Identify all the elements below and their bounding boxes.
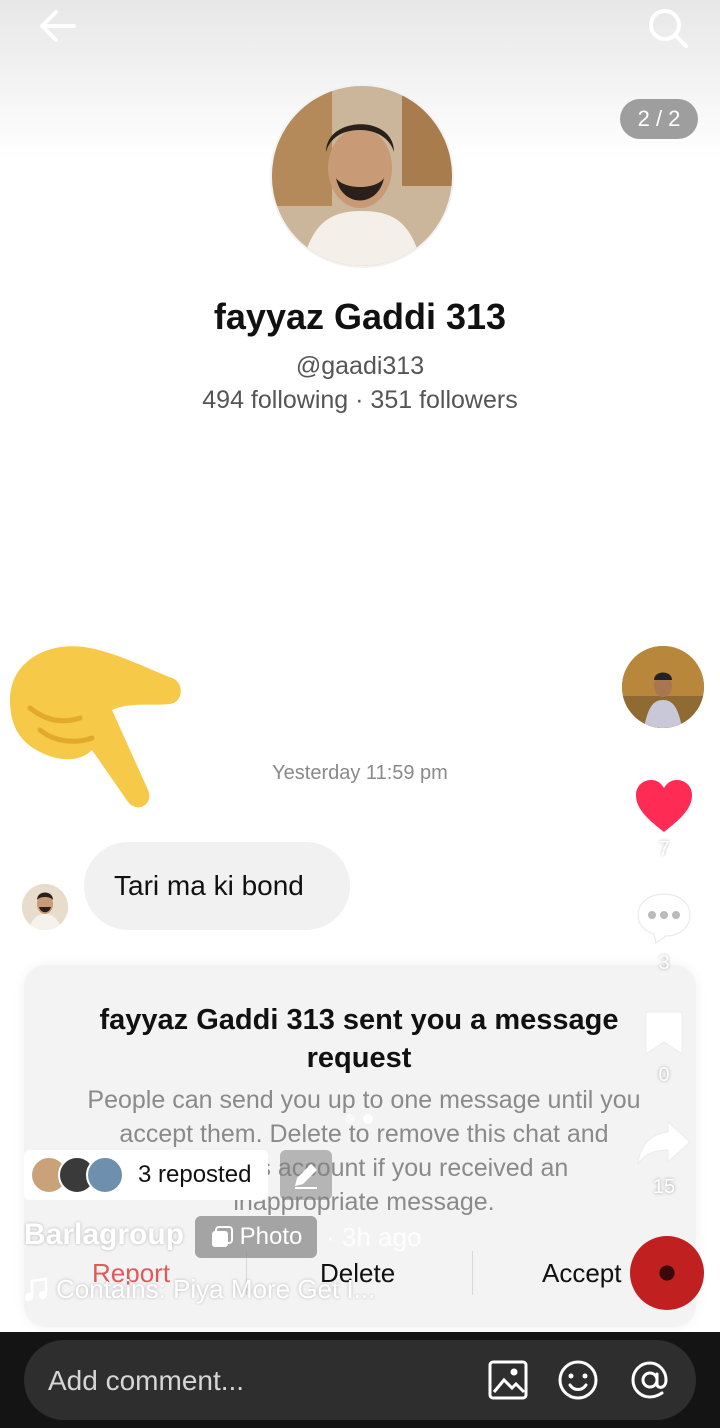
profile-name: fayyaz Gaddi 313 xyxy=(213,296,507,337)
emoji-button[interactable] xyxy=(556,1358,600,1402)
photo-badge: Photo xyxy=(195,1216,317,1258)
message-timestamp: Yesterday 11:59 pm xyxy=(272,762,448,784)
save-count: 0 xyxy=(658,1064,670,1086)
comment-button[interactable] xyxy=(620,890,708,951)
search-icon xyxy=(649,9,688,48)
comment-input[interactable] xyxy=(46,1360,470,1402)
share-arrow-icon xyxy=(637,1120,691,1165)
photo-badge-label: Photo xyxy=(239,1223,303,1250)
post-time: · 3h ago xyxy=(326,1222,422,1252)
comment-count: 3 xyxy=(658,952,670,974)
accept-button[interactable]: Accept xyxy=(542,1245,622,1295)
profile-avatar[interactable] xyxy=(270,84,454,268)
arrow-left-icon xyxy=(40,10,76,42)
music-info[interactable]: Contains: Piya More Get I... xyxy=(24,1274,375,1305)
page-counter: 2 / 2 xyxy=(620,99,698,139)
reposted-label: 3 reposted xyxy=(138,1161,252,1188)
request-title: fayyaz Gaddi 313 sent you a message requ… xyxy=(99,1004,619,1074)
mention-button[interactable] xyxy=(628,1358,672,1402)
music-disc[interactable] xyxy=(630,1236,704,1310)
page-dot xyxy=(345,1114,355,1124)
image-icon xyxy=(488,1360,528,1400)
page-dot xyxy=(363,1114,373,1124)
mention-icon xyxy=(631,1361,668,1399)
comment-icon xyxy=(637,893,691,944)
bookmark-icon xyxy=(645,1011,683,1055)
divider xyxy=(472,1251,473,1295)
profile-handle: @gaadi313 xyxy=(295,352,425,380)
photo-page-dots xyxy=(345,1114,373,1124)
message-bubble[interactable]: Tari ma ki bond xyxy=(84,842,350,930)
pointing-hand-emoji xyxy=(0,630,190,820)
message-request-card: fayyaz Gaddi 313 sent you a message requ… xyxy=(24,965,696,1327)
edit-button[interactable] xyxy=(280,1150,332,1200)
music-note-icon xyxy=(25,1277,48,1301)
sender-avatar[interactable] xyxy=(22,884,68,930)
image-button[interactable] xyxy=(486,1358,530,1402)
share-button[interactable] xyxy=(620,1118,708,1173)
creator-avatar[interactable] xyxy=(622,646,704,728)
like-count: 7 xyxy=(658,838,670,860)
emoji-icon xyxy=(558,1360,598,1400)
pencil-icon xyxy=(295,1164,317,1189)
save-button[interactable] xyxy=(620,1008,708,1063)
profile-stats: 494 following · 351 followers xyxy=(202,386,518,414)
reposted-chip[interactable]: 3 reposted xyxy=(24,1150,268,1200)
comment-bar xyxy=(24,1340,696,1420)
search-button[interactable] xyxy=(646,6,690,50)
like-button[interactable] xyxy=(620,778,708,839)
share-count: 15 xyxy=(652,1176,676,1198)
heart-icon xyxy=(636,780,692,832)
repost-avatar xyxy=(86,1156,124,1194)
photo-stack-icon xyxy=(211,1226,233,1247)
music-title: Contains: Piya More Get I... xyxy=(56,1274,376,1304)
back-button[interactable] xyxy=(36,6,80,46)
profile-photo xyxy=(272,86,452,266)
post-author[interactable]: Barlagroup xyxy=(24,1218,184,1252)
